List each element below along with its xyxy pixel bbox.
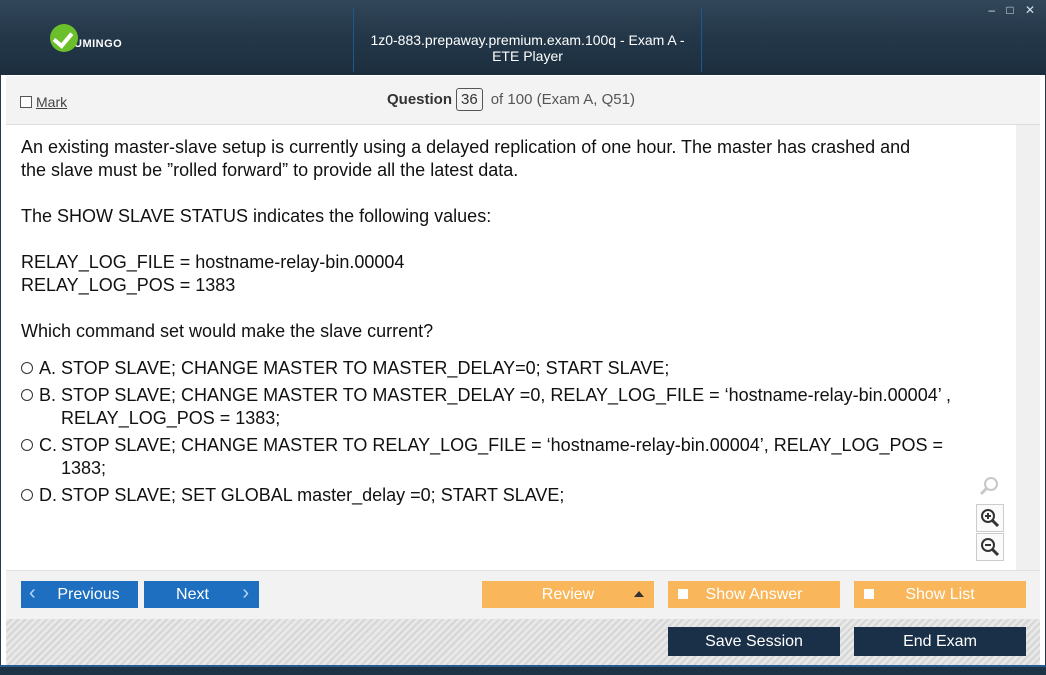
question-header: Mark Question 36 of 100 (Exam A, Q51)	[6, 76, 1040, 125]
next-button[interactable]: Next ›	[144, 581, 259, 608]
bottom-bar: Save Session End Exam	[6, 619, 1040, 665]
radio-icon[interactable]	[21, 389, 33, 401]
option-text: STOP SLAVE; CHANGE MASTER TO MASTER_DELA…	[61, 358, 670, 378]
checkbox-icon[interactable]	[864, 589, 874, 599]
title-separator	[353, 8, 354, 72]
question-text-line: the slave must be ”rolled forward” to pr…	[21, 160, 519, 180]
chevron-left-icon: ‹	[29, 582, 36, 604]
option-d[interactable]: D. STOP SLAVE; SET GLOBAL master_delay =…	[21, 484, 961, 507]
question-text-line: RELAY_LOG_FILE = hostname-relay-bin.0000…	[21, 252, 405, 272]
option-text: STOP SLAVE; CHANGE MASTER TO MASTER_DELA…	[61, 385, 952, 428]
close-icon[interactable]: ✕	[1025, 3, 1038, 17]
question-label: Question	[387, 91, 453, 108]
review-button[interactable]: Review	[482, 581, 654, 608]
option-text: STOP SLAVE; CHANGE MASTER TO RELAY_LOG_F…	[61, 435, 944, 478]
option-letter: A.	[39, 358, 57, 378]
question-content: An existing master-slave setup is curren…	[6, 125, 1016, 570]
window-title: 1z0-883.prepaway.premium.exam.100q - Exa…	[370, 32, 685, 64]
review-label: Review	[541, 585, 595, 603]
logo-text: UMINGO	[74, 38, 123, 50]
show-list-label: Show List	[905, 585, 975, 603]
zoom-out-icon[interactable]	[976, 533, 1004, 561]
option-letter: B.	[39, 385, 57, 405]
option-text: STOP SLAVE; SET GLOBAL master_delay =0; …	[61, 485, 565, 505]
triangle-up-icon[interactable]	[634, 591, 644, 597]
question-number-input[interactable]: 36	[456, 88, 483, 111]
checkbox-icon[interactable]	[20, 96, 32, 108]
save-session-button[interactable]: Save Session	[668, 627, 840, 656]
maximize-icon[interactable]: □	[1006, 3, 1016, 17]
option-letter: C.	[39, 435, 57, 455]
radio-icon[interactable]	[21, 489, 33, 501]
end-exam-button[interactable]: End Exam	[854, 627, 1026, 656]
minimize-icon[interactable]: –	[988, 3, 998, 17]
question-text-line: The SHOW SLAVE STATUS indicates the foll…	[21, 206, 492, 226]
option-c[interactable]: C. STOP SLAVE; CHANGE MASTER TO RELAY_LO…	[21, 434, 961, 480]
option-a[interactable]: A. STOP SLAVE; CHANGE MASTER TO MASTER_D…	[21, 357, 961, 380]
previous-button[interactable]: ‹ Previous	[21, 581, 138, 608]
vumingo-logo: UMINGO	[50, 24, 122, 52]
window-controls: – □ ✕	[986, 3, 1038, 17]
question-text-line: RELAY_LOG_POS = 1383	[21, 275, 236, 295]
title-separator	[701, 8, 702, 72]
navigation-bar: ‹ Previous Next › Review Show Answer Sho…	[6, 570, 1040, 619]
question-prompt: Which command set would make the slave c…	[21, 321, 434, 341]
zoom-in-icon[interactable]	[976, 504, 1004, 532]
check-logo-icon	[50, 24, 78, 52]
mark-label: Mark	[36, 94, 68, 110]
previous-label: Previous	[57, 585, 120, 603]
option-b[interactable]: B. STOP SLAVE; CHANGE MASTER TO MASTER_D…	[21, 384, 961, 430]
show-answer-button[interactable]: Show Answer	[668, 581, 840, 608]
radio-icon[interactable]	[21, 362, 33, 374]
question-text-line: An existing master-slave setup is curren…	[21, 137, 911, 157]
scrollbar[interactable]	[1016, 125, 1040, 570]
option-letter: D.	[39, 485, 57, 505]
next-label: Next	[176, 585, 209, 603]
bottom-accent-bar	[0, 665, 1046, 675]
show-list-button[interactable]: Show List	[854, 581, 1026, 608]
question-count: of 100 (Exam A, Q51)	[490, 91, 635, 108]
show-answer-label: Show Answer	[705, 585, 803, 603]
question-indicator: Question 36 of 100 (Exam A, Q51)	[387, 88, 635, 111]
mark-checkbox[interactable]: Mark	[20, 94, 67, 110]
chevron-right-icon: ›	[242, 582, 249, 604]
radio-icon[interactable]	[21, 439, 33, 451]
title-bar: UMINGO 1z0-883.prepaway.premium.exam.100…	[0, 0, 1046, 75]
magnifier-icon	[976, 473, 1002, 499]
checkbox-icon[interactable]	[678, 589, 688, 599]
